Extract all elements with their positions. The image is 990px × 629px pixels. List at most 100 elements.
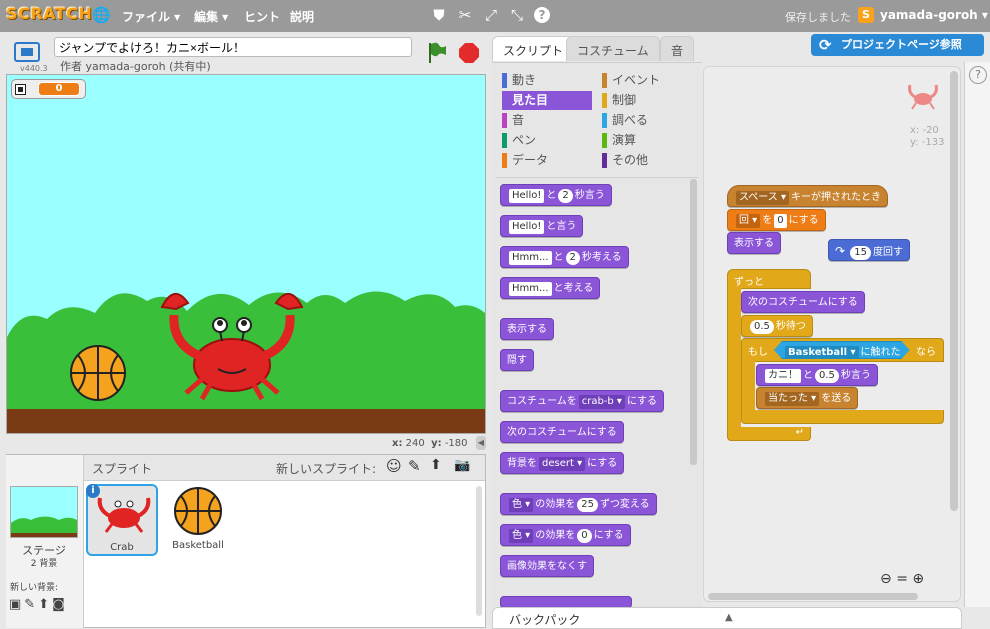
category-control[interactable]: 制御: [602, 91, 692, 110]
category-data[interactable]: データ: [502, 151, 592, 170]
help-side-panel: ?: [964, 62, 990, 607]
help-icon[interactable]: ?: [534, 7, 550, 23]
mouse-coords: x: 240 y: -180: [392, 438, 468, 449]
block-show[interactable]: 表示する: [727, 232, 781, 254]
block-show[interactable]: 表示する: [500, 318, 554, 340]
block-set-effect[interactable]: 色 ▾ の効果を 0 にする: [500, 524, 631, 546]
new-backdrop-tools: ▣✎⬆◙: [9, 597, 68, 612]
delete-scissors-icon[interactable]: ✂: [456, 6, 474, 24]
forever-loop-arrow-icon: ↵: [727, 427, 811, 441]
refresh-icon: ⟳: [819, 36, 832, 54]
tab-sounds[interactable]: 音: [660, 36, 695, 61]
basketball-sprite: [70, 345, 126, 401]
category-pen[interactable]: ペン: [502, 131, 592, 150]
username: yamada-goroh ▾: [880, 8, 988, 22]
duplicate-stamp-icon[interactable]: ⛊: [430, 6, 448, 24]
variable-monitor[interactable]: 0: [11, 79, 86, 99]
stage-thumbnail[interactable]: [10, 486, 78, 538]
script-scrollbar-horizontal[interactable]: [708, 593, 918, 600]
image-icon[interactable]: ▣: [9, 597, 24, 612]
author-label: 作者 yamada-goroh (共有中): [60, 60, 211, 73]
zoom-in-icon[interactable]: ⊕: [912, 571, 924, 587]
tab-scripts[interactable]: スクリプト: [492, 36, 575, 61]
globe-icon[interactable]: 🌐: [92, 6, 111, 24]
scratch-logo[interactable]: SCRATCH: [6, 4, 92, 23]
zoom-reset-icon[interactable]: =: [896, 571, 908, 587]
rotate-icon: ↷: [835, 244, 846, 258]
block-next-costume[interactable]: 次のコスチュームにする: [500, 421, 624, 443]
menu-file[interactable]: ファイル ▾: [122, 8, 180, 25]
sprite-library-icon[interactable]: ☺: [386, 457, 402, 475]
help-icon[interactable]: ?: [969, 66, 987, 84]
block-switch-backdrop[interactable]: 背景を desert ▾ にする: [500, 452, 625, 474]
sprite-x-readout: x: -20: [910, 125, 939, 136]
block-turn-degrees[interactable]: ↷ 15 度回す: [828, 239, 910, 261]
block-think[interactable]: Hmm... と考える: [500, 277, 601, 299]
sprite-header-bar: スプライト 新しいスプライト: ☺ ✎ ⬆ 📷: [84, 455, 485, 481]
sprite-scrollbar[interactable]: [476, 486, 482, 616]
block-touching[interactable]: Basketball ▾ に触れた: [774, 341, 910, 359]
category-events[interactable]: イベント: [602, 71, 692, 90]
monitor-icon: [15, 84, 26, 95]
category-sensing[interactable]: 調べる: [602, 111, 692, 130]
category-more[interactable]: その他: [602, 151, 692, 170]
user-menu[interactable]: S yamada-goroh ▾: [858, 6, 988, 26]
top-menu-bar: SCRATCH 🌐 ファイル ▾ 編集 ▾ ヒント 説明 ⛊ ✂ ⤢ ⤡ ? 保…: [0, 0, 990, 32]
script-area[interactable]: x: -20 y: -133 スペース ▾ キーが押されたとき 回 ▾ を 0 にする …: [703, 66, 961, 602]
block-say-for-secs[interactable]: カニ！と 0.5 秒言う: [756, 364, 878, 386]
block-say-for-secs[interactable]: Hello! と 2 秒言う: [500, 184, 612, 206]
expand-arrow-icon[interactable]: ▲: [725, 612, 733, 623]
shrink-icon[interactable]: ⤡: [508, 6, 526, 24]
project-page-button[interactable]: ⟳ プロジェクトページ参照: [811, 34, 984, 56]
new-backdrop-label: 新しい背景:: [10, 583, 59, 593]
backpack-bar[interactable]: バックパック ▲: [492, 607, 962, 629]
zoom-out-icon[interactable]: ⊖: [880, 571, 892, 587]
block-if[interactable]: もし Basketball ▾ に触れた なら: [741, 338, 944, 362]
collapse-arrow-icon[interactable]: ◀: [476, 436, 486, 450]
sprite-tile-basketball[interactable]: Basketball: [162, 484, 234, 556]
new-sprite-label: 新しいスプライト:: [276, 462, 377, 476]
block-when-key-pressed[interactable]: スペース ▾ キーが押されたとき: [727, 185, 888, 207]
variable-value: 0: [38, 82, 80, 96]
camera-icon[interactable]: ◙: [52, 597, 68, 612]
tab-costumes[interactable]: コスチューム: [566, 36, 660, 61]
sprite-tile-crab[interactable]: i Crab: [86, 484, 158, 556]
menu-about[interactable]: 説明: [290, 8, 314, 25]
block-hide[interactable]: 隠す: [500, 349, 534, 371]
block-clear-effects[interactable]: 画像効果をなくす: [500, 555, 594, 577]
sprite-name: Crab: [110, 542, 134, 553]
paint-brush-icon[interactable]: ✎: [24, 597, 38, 612]
block-think-for-secs[interactable]: Hmm... と 2 秒考える: [500, 246, 629, 268]
menu-tips[interactable]: ヒント: [244, 8, 280, 25]
block-palette: 動き 見た目 音 ペン データ イベント 制御 調べる 演算 その他 Hello…: [492, 62, 702, 608]
block-forever[interactable]: ずっと: [727, 269, 811, 289]
block-set-variable[interactable]: 回 ▾ を 0 にする: [727, 209, 826, 231]
sprites-header: スプライト: [92, 462, 153, 476]
script-scrollbar-vertical[interactable]: [950, 71, 958, 511]
block-next-costume[interactable]: 次のコスチュームにする: [741, 291, 865, 313]
upload-icon[interactable]: ⬆: [38, 597, 52, 612]
project-title-input[interactable]: [54, 37, 412, 57]
sprite-name: Basketball: [172, 540, 224, 551]
menu-edit[interactable]: 編集 ▾: [194, 8, 228, 25]
category-motion[interactable]: 動き: [502, 71, 592, 90]
block-broadcast[interactable]: 当たった ▾ を送る: [756, 387, 859, 409]
block-say[interactable]: Hello! と言う: [500, 215, 584, 237]
category-looks[interactable]: 見た目: [502, 91, 592, 110]
category-sound[interactable]: 音: [502, 111, 592, 130]
camera-icon[interactable]: 📷: [454, 458, 470, 473]
block-change-effect[interactable]: 色 ▾ の効果を 25 ずつ変える: [500, 493, 657, 515]
paint-brush-icon[interactable]: ✎: [408, 457, 421, 475]
grow-icon[interactable]: ⤢: [482, 6, 500, 24]
palette-scrollbar[interactable]: [690, 179, 697, 465]
category-operators[interactable]: 演算: [602, 131, 692, 150]
upload-icon[interactable]: ⬆: [430, 457, 442, 473]
stage-backdrop-count: 2 背景: [30, 559, 58, 569]
block-switch-costume[interactable]: コスチュームを crab-b ▾ にする: [500, 390, 665, 412]
zoom-controls: ⊖ = ⊕: [880, 571, 950, 591]
stop-sign-icon[interactable]: [458, 42, 480, 64]
green-flag-icon[interactable]: [426, 41, 448, 65]
block-wait[interactable]: 0.5 秒待つ: [741, 315, 813, 337]
stage-canvas[interactable]: 0: [6, 74, 486, 434]
fullscreen-icon[interactable]: [14, 42, 40, 62]
